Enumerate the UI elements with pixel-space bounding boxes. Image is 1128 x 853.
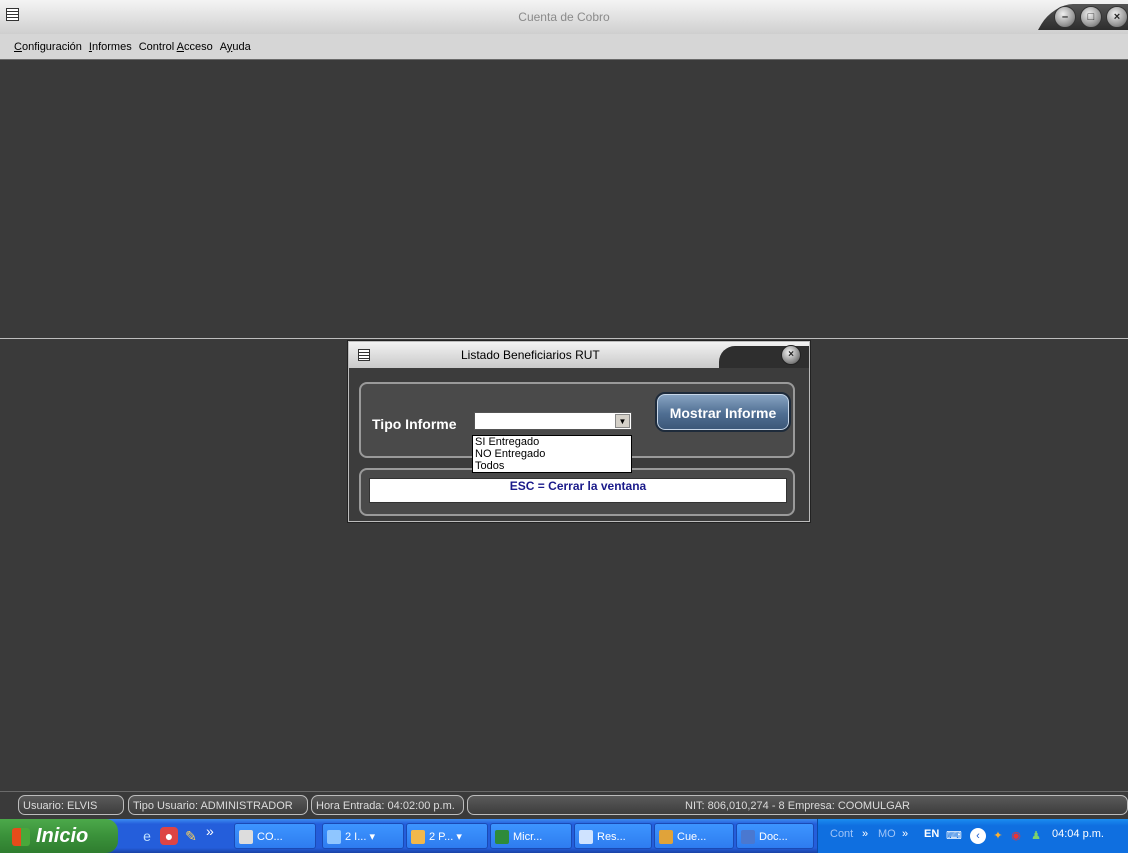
keyboard-icon[interactable]: ⌨	[946, 828, 962, 844]
close-button[interactable]: ×	[1106, 6, 1128, 28]
option-no-entregado[interactable]: NO Entregado	[473, 448, 631, 460]
task-button-p-group[interactable]: 2 P... ▾	[406, 823, 488, 849]
taskbar: Inicio e ● ✎ » CO... 2 I... ▾ 2 P... ▾ M…	[0, 819, 1128, 853]
tray-chevron-icon[interactable]: »	[902, 828, 908, 840]
window-icon	[239, 830, 253, 845]
language-indicator[interactable]: EN	[924, 828, 939, 840]
status-bar: Usuario: ELVIS Tipo Usuario: ADMINISTRAD…	[0, 791, 1128, 820]
app-icon	[411, 830, 425, 845]
task-button-res[interactable]: Res...	[574, 823, 652, 849]
excel-icon	[495, 830, 509, 845]
menu-control-acceso[interactable]: Control Acceso	[139, 41, 213, 53]
chevron-down-icon[interactable]: ▼	[615, 414, 630, 428]
window-title: Cuenta de Cobro	[518, 10, 610, 24]
ie-icon	[327, 830, 341, 845]
toolbar-mo-label[interactable]: MO	[878, 828, 896, 840]
status-tipo-usuario: Tipo Usuario: ADMINISTRADOR	[128, 795, 308, 815]
status-hora-entrada: Hora Entrada: 04:02:00 p.m.	[311, 795, 464, 815]
tipo-informe-dropdown: SI Entregado NO Entregado Todos	[472, 435, 632, 473]
ie-icon[interactable]: e	[138, 827, 156, 845]
user-icon[interactable]: ♟	[1028, 828, 1044, 844]
option-todos[interactable]: Todos	[473, 460, 631, 472]
mostrar-informe-button[interactable]: Mostrar Informe	[655, 392, 791, 432]
windows-logo-icon	[12, 827, 30, 846]
window-titlebar: Cuenta de Cobro – □ ×	[0, 0, 1128, 35]
maximize-button[interactable]: □	[1080, 6, 1102, 28]
menu-bar: Configuración Informes Control Acceso Ay…	[0, 34, 1128, 60]
task-button-ie-group[interactable]: 2 I... ▾	[322, 823, 404, 849]
app-icon	[659, 830, 673, 845]
menu-informes[interactable]: Informes	[89, 41, 132, 53]
window-controls: – □ ×	[1054, 6, 1128, 28]
esc-hint: ESC = Cerrar la ventana	[369, 478, 787, 503]
dialog-titlebar: Listado Beneficiarios RUT ×	[349, 342, 809, 368]
clock[interactable]: 04:04 p.m.	[1052, 828, 1104, 840]
menu-configuracion[interactable]: Configuración	[14, 41, 82, 53]
task-button-co[interactable]: CO...	[234, 823, 316, 849]
listado-dialog: Listado Beneficiarios RUT × Tipo Informe…	[348, 341, 810, 522]
media-quicklaunch-icon[interactable]: ✎	[182, 827, 200, 845]
info-panel: ESC = Cerrar la ventana	[359, 468, 795, 516]
start-label: Inicio	[36, 825, 89, 847]
start-button[interactable]: Inicio	[0, 819, 118, 853]
tipo-informe-select[interactable]: ▼	[474, 412, 632, 430]
document-icon	[579, 830, 593, 845]
network-icon[interactable]: ◉	[1008, 828, 1024, 844]
divider	[0, 338, 1128, 339]
dialog-title: Listado Beneficiarios RUT	[461, 348, 600, 362]
tray-app-icon[interactable]: ✦	[990, 828, 1006, 844]
menu-ayuda[interactable]: Ayuda	[220, 41, 251, 53]
tray-chevron-icon[interactable]: »	[862, 828, 868, 840]
dialog-close-icon[interactable]: ×	[781, 345, 801, 365]
task-button-cue[interactable]: Cue...	[654, 823, 734, 849]
tray-expand-icon[interactable]: ‹	[970, 828, 986, 844]
word-icon	[741, 830, 755, 845]
tipo-informe-label: Tipo Informe	[372, 416, 457, 432]
status-usuario: Usuario: ELVIS	[18, 795, 124, 815]
toolbar-cont-label[interactable]: Cont	[830, 828, 853, 840]
app-quicklaunch-icon[interactable]: ●	[160, 827, 178, 845]
system-tray: Cont » MO » EN ⌨ ‹ ✦ ◉ ♟ 04:04 p.m.	[817, 819, 1128, 853]
task-button-doc[interactable]: Doc...	[736, 823, 814, 849]
task-button-excel[interactable]: Micr...	[490, 823, 572, 849]
status-empresa: NIT: 806,010,274 - 8 Empresa: COOMULGAR	[467, 795, 1128, 815]
option-si-entregado[interactable]: SI Entregado	[473, 436, 631, 448]
quicklaunch-chevron-icon[interactable]: »	[206, 823, 214, 839]
dialog-system-menu-icon[interactable]	[358, 349, 370, 361]
minimize-button[interactable]: –	[1054, 6, 1076, 28]
